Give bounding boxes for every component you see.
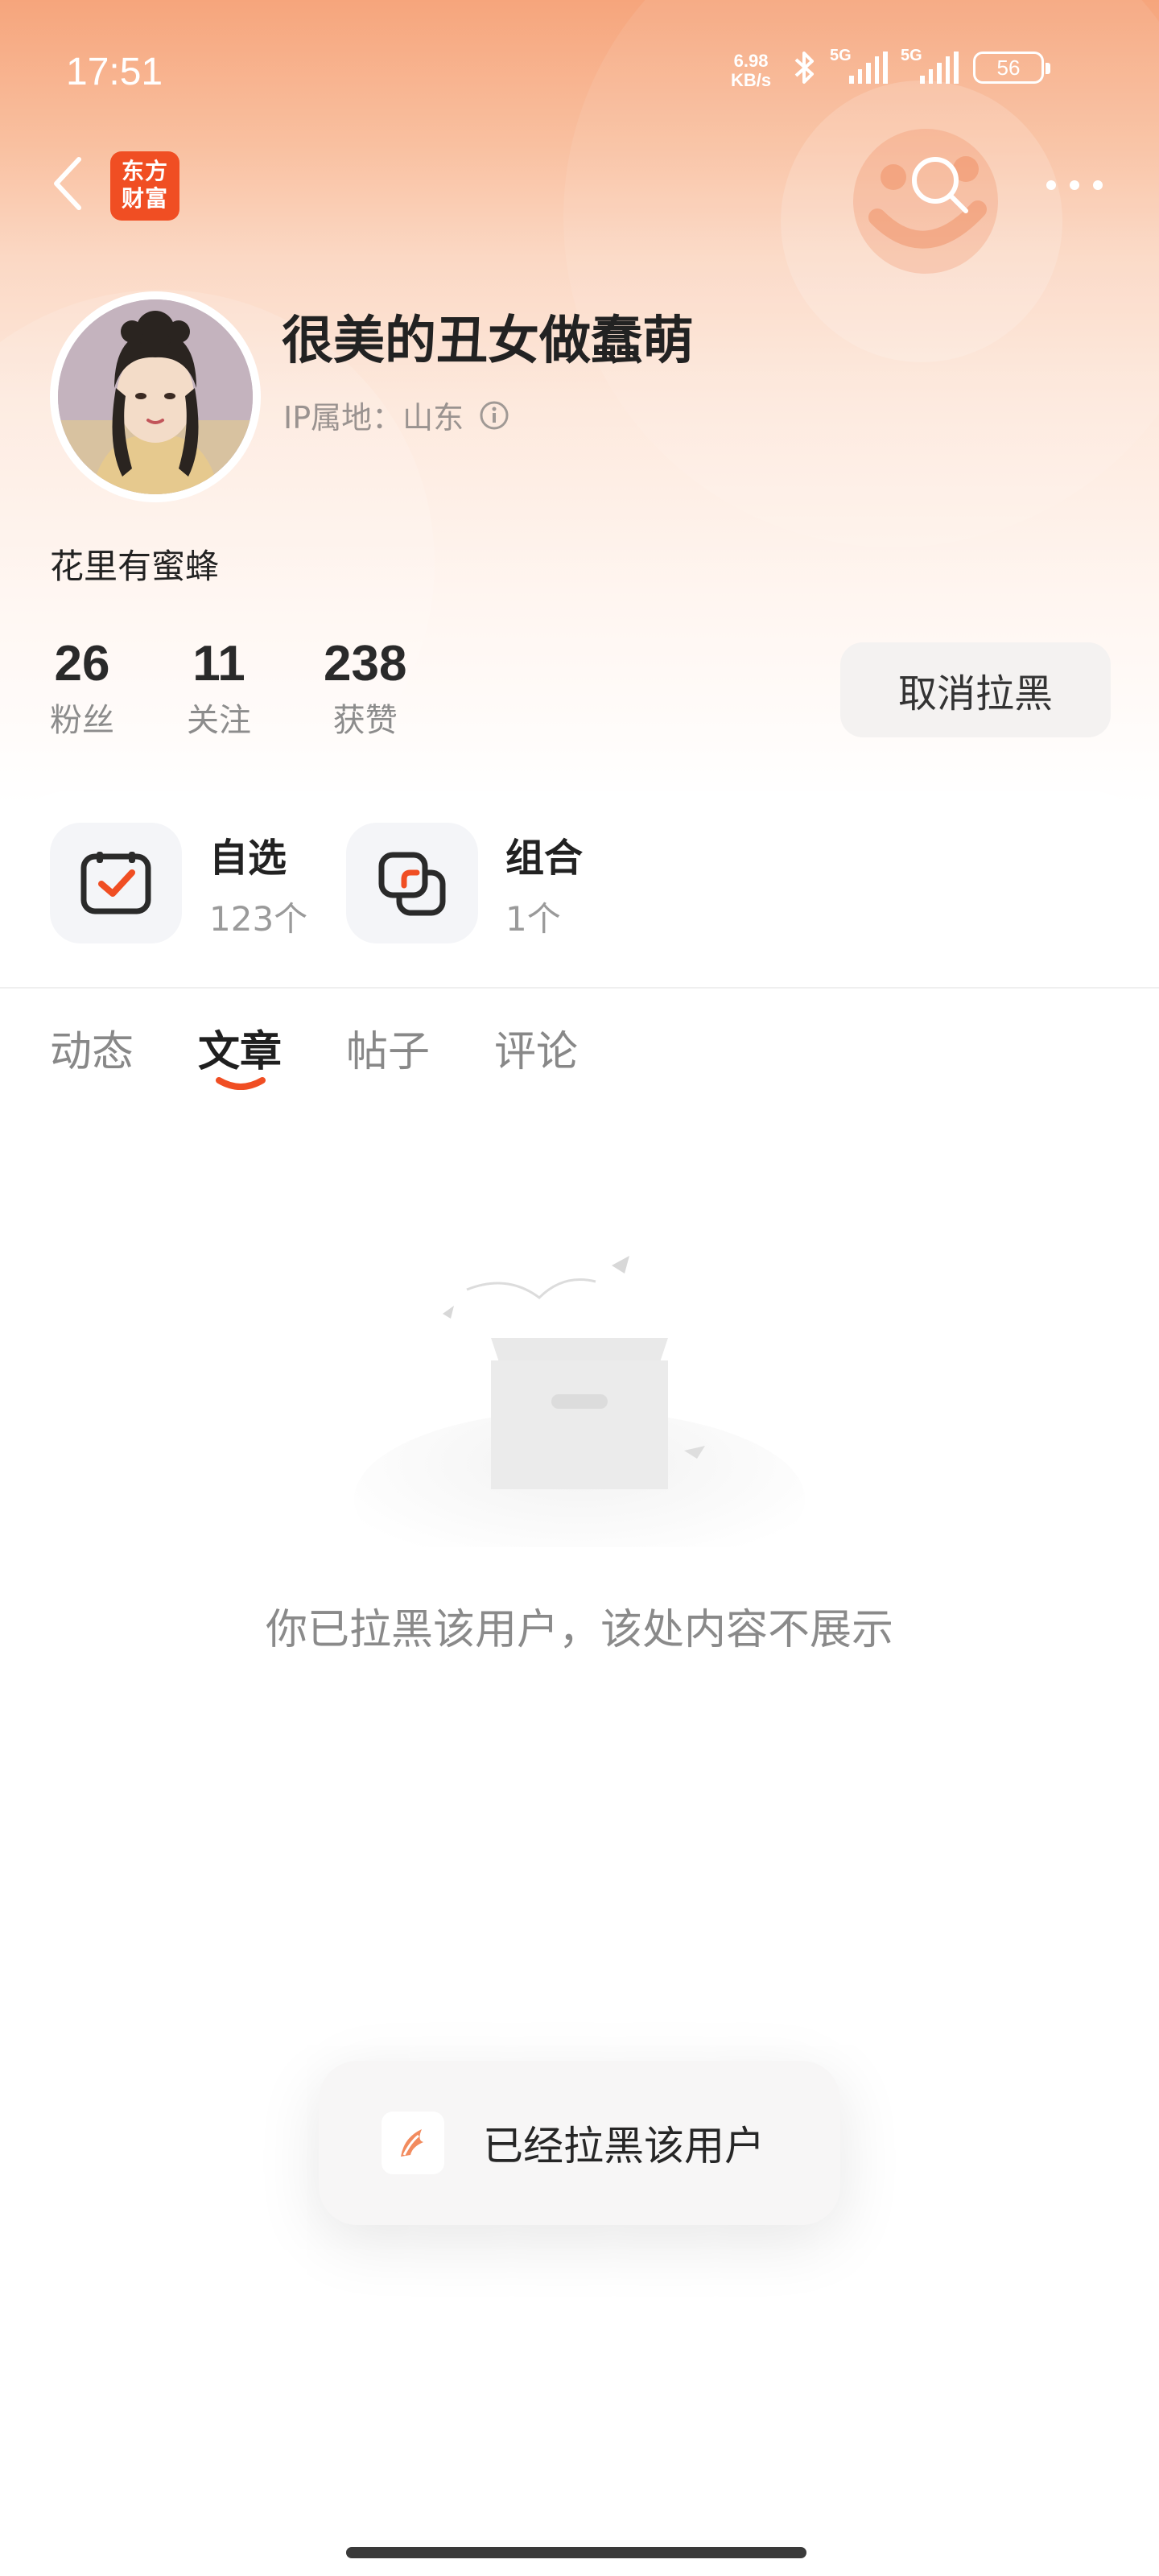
home-indicator[interactable] — [346, 2547, 806, 2558]
stat-value: 238 — [324, 636, 407, 691]
user-stats: 26 粉丝 11 关注 238 获赞 — [50, 636, 479, 741]
stat-followers[interactable]: 26 粉丝 — [50, 636, 114, 741]
battery-level: 56 — [996, 55, 1021, 80]
stat-value: 11 — [192, 636, 245, 691]
ip-location-label: IP属地：山东 — [283, 400, 464, 436]
tab-posts[interactable]: 帖子 — [346, 1018, 430, 1078]
avatar[interactable] — [50, 291, 261, 502]
toast-message: 已经拉黑该用户 — [483, 2123, 765, 2169]
tab-dynamics[interactable]: 动态 — [50, 1018, 134, 1078]
portfolio-combo-count: 1个 — [505, 898, 561, 939]
tab-articles[interactable]: 文章 — [198, 1018, 283, 1090]
divider — [0, 987, 1159, 989]
app-logo[interactable]: 东方 财富 — [110, 151, 179, 221]
battery-icon: 56 — [973, 52, 1050, 84]
username: 很美的丑女做蠢萌 — [282, 312, 694, 371]
unblock-button[interactable]: 取消拉黑 — [840, 642, 1111, 737]
watchlist-entry[interactable]: 自选 123个 — [50, 823, 307, 943]
tab-articles-label: 文章 — [198, 1028, 283, 1076]
ip-location: IP属地：山东 — [283, 393, 510, 437]
stat-label: 获赞 — [332, 702, 398, 739]
stat-value: 26 — [54, 636, 110, 691]
app-logo-text: 财富 — [121, 185, 168, 212]
content-tabs: 动态 文章 帖子 评论 — [50, 1018, 578, 1090]
stat-label: 关注 — [187, 702, 251, 739]
signal-label: 5G — [901, 47, 922, 64]
stat-likes[interactable]: 238 获赞 — [324, 636, 406, 741]
avatar-image — [58, 299, 253, 494]
network-speed-value: 6.98 — [733, 51, 769, 71]
user-bio: 花里有蜜蜂 — [50, 547, 220, 586]
network-speed-unit: KB/s — [731, 70, 772, 90]
signal-strength-icon: 5G — [830, 47, 888, 84]
stat-following[interactable]: 11 关注 — [187, 636, 251, 741]
portfolio-combo-entry[interactable]: 组合 1个 — [346, 823, 583, 943]
watchlist-check-icon — [50, 823, 182, 943]
tab-comments[interactable]: 评论 — [494, 1018, 578, 1078]
app-feather-icon — [382, 2112, 444, 2174]
status-icons: 5G 5G 56 — [793, 47, 1050, 85]
signal-label: 5G — [830, 47, 852, 64]
signal-strength-icon: 5G — [901, 47, 959, 84]
app-logo-text: 东方 — [121, 158, 168, 184]
more-dots-icon[interactable] — [1038, 161, 1111, 209]
info-icon[interactable] — [478, 399, 510, 431]
empty-state-message: 你已拉黑该用户，该处内容不展示 — [265, 1606, 893, 1654]
stat-label: 粉丝 — [50, 702, 114, 739]
status-bar: 17:51 6.98 KB/s 5G 5G 56 — [0, 0, 1159, 145]
watchlist-count: 123个 — [209, 898, 308, 939]
search-icon[interactable] — [906, 151, 974, 219]
empty-box-icon — [354, 1256, 805, 1547]
active-tab-indicator — [216, 1077, 266, 1090]
status-time: 17:51 — [66, 51, 163, 93]
portfolio-combo-title: 组合 — [505, 835, 584, 881]
network-speed: 6.98 KB/s — [731, 52, 771, 90]
toast-notification: 已经拉黑该用户 — [319, 2061, 840, 2225]
content-card: 自选 123个 组合 1个 动态 文章 帖子 评论 你已拉黑该用户，该处内容不展… — [0, 791, 1159, 2576]
bluetooth-icon — [794, 52, 814, 84]
portfolio-combo-icon — [346, 823, 478, 943]
watchlist-title: 自选 — [209, 835, 287, 881]
chevron-left-icon[interactable] — [47, 153, 92, 214]
